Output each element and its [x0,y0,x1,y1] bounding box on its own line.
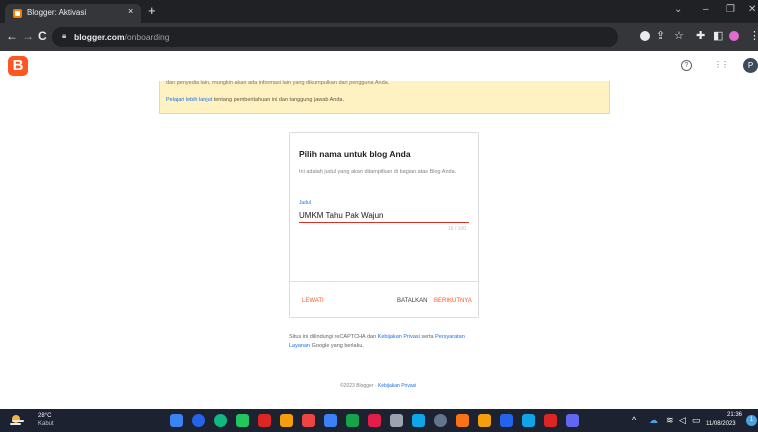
recaptcha-notice: Situs ini dilindungi reCAPTCHA dan Kebij… [289,334,465,349]
close-window-button[interactable]: ✕ [748,4,756,15]
clock-time[interactable]: 21:36 [727,412,742,418]
extensions-icon[interactable]: ✚ [696,29,705,42]
bookmark-star-icon[interactable]: ☆ [674,29,684,42]
weather-fog-icon[interactable] [10,414,24,426]
taskbar-app-icon[interactable] [456,414,469,427]
avatar[interactable]: P [743,58,758,73]
taskbar-app-icon[interactable] [412,414,425,427]
footer-privacy-link[interactable]: Kebijakan Privasi [378,383,416,389]
privacy-policy-link[interactable]: Kebijakan Privasi [378,334,420,340]
blogger-favicon-icon [13,9,22,18]
maximize-button[interactable]: ❐ [726,4,735,15]
onboarding-page: dan penyedia lain, mungkin akan ada info… [0,80,758,409]
blogger-logo[interactable]: B [8,56,28,76]
lock-icon: 🔒︎ [62,31,67,40]
browser-tab-strip: Blogger: Aktivasi × + ⌄ – ❐ ✕ [0,0,758,23]
taskbar-app-icon[interactable] [192,414,205,427]
dialog-divider [290,281,478,282]
dialog-description: Ini adalah judul yang akan ditampilkan d… [299,169,457,175]
side-panel-icon[interactable]: ◧ [713,29,723,42]
help-icon[interactable]: ? [681,60,692,71]
tray-chevron-icon[interactable]: ^ [632,415,636,425]
browser-tab[interactable]: Blogger: Aktivasi × [5,4,141,23]
taskbar-app-icon[interactable] [500,414,513,427]
wifi-icon[interactable]: ≋ [666,415,674,426]
page-footer: ©2023 Blogger · Kebijakan Privasi [340,383,417,389]
minimize-button[interactable]: – [703,4,709,15]
forward-button[interactable]: → [22,29,34,43]
new-tab-button[interactable]: + [148,4,156,17]
taskbar-app-icon[interactable] [390,414,403,427]
chrome-menu-icon[interactable]: ⋮ [749,29,758,42]
taskbar-app-icon[interactable] [280,414,293,427]
back-button[interactable]: ← [6,29,18,43]
taskbar-app-icon[interactable] [368,414,381,427]
taskbar-app-icon[interactable] [346,414,359,427]
taskbar-app-icon[interactable] [170,414,183,427]
cloud-sync-icon[interactable]: ☁ [649,415,658,426]
weather-condition: Kabut [38,421,54,427]
taskbar-app-icon[interactable] [566,414,579,427]
clock-date[interactable]: 11/08/2023 [706,421,736,427]
tab-close-icon[interactable]: × [128,6,133,16]
volume-icon[interactable]: ◁ [679,415,686,426]
battery-icon[interactable]: ▭ [692,415,701,426]
next-button[interactable]: BERIKUTNYA [434,298,472,304]
notice-banner: dan penyedia lain, mungkin akan ada info… [159,80,610,114]
google-lens-icon[interactable] [640,31,650,41]
share-icon[interactable]: ⇪ [656,29,665,42]
reload-button[interactable]: C [38,29,47,43]
taskbar-app-icon[interactable] [522,414,535,427]
tab-search-icon[interactable]: ⌄ [674,4,682,15]
cancel-button[interactable]: BATALKAN [397,298,427,304]
notification-badge[interactable]: 1 [746,415,757,426]
taskbar-app-icon[interactable] [236,414,249,427]
taskbar-app-icon[interactable] [544,414,557,427]
apps-grid-icon[interactable]: ⋮⋮ [714,60,729,69]
skip-button[interactable]: LEWATI [302,298,324,304]
taskbar-app-icon[interactable] [214,414,227,427]
blogger-header: B ? ⋮⋮ P [0,51,758,82]
dialog-title: Pilih nama untuk blog Anda [299,149,411,159]
char-counter: 19 / 100 [448,226,467,232]
blog-title-input[interactable] [299,208,469,223]
taskbar-app-icon[interactable] [434,414,447,427]
tab-title: Blogger: Aktivasi [27,8,87,17]
url-text: blogger.com/onboarding [74,32,170,42]
learn-more-link[interactable]: Pelajari lebih lanjut [166,97,212,103]
profile-icon[interactable] [729,31,739,41]
blog-name-dialog: Pilih nama untuk blog Anda Ini adalah ju… [289,132,479,318]
taskbar-app-icon[interactable] [324,414,337,427]
notice-text: dan penyedia lain, mungkin akan ada info… [166,80,390,86]
taskbar-app-icon[interactable] [302,414,315,427]
notice-learn-more: Pelajari lebih lanjut tentang pemberitah… [166,97,344,103]
taskbar-app-icon[interactable] [478,414,491,427]
browser-toolbar: ← → C 🔒︎ blogger.com/onboarding ⇪ ☆ ✚ ◧ … [0,23,758,51]
address-bar[interactable]: 🔒︎ blogger.com/onboarding [52,27,618,47]
weather-temperature: 28°C [38,413,52,419]
title-field-label: Judul [299,200,311,206]
windows-taskbar: 28°C Kabut ^ ☁ ≋ ◁ ▭ 21:36 11/08/2023 1 [0,409,758,432]
taskbar-app-icon[interactable] [258,414,271,427]
